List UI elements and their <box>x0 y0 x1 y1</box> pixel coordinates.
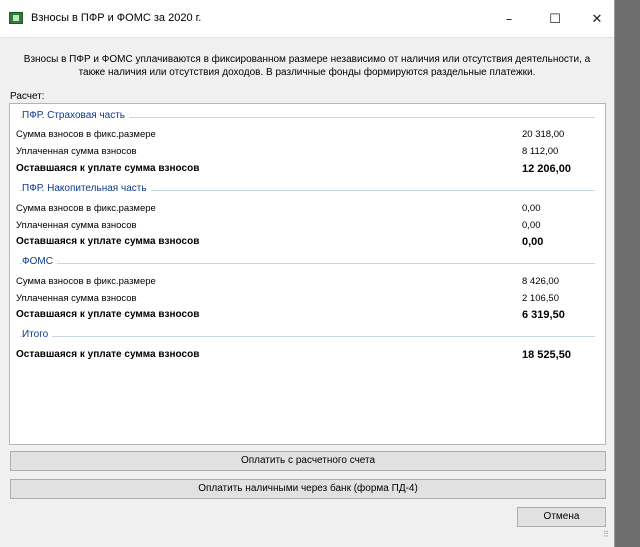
minimize-button[interactable]: – <box>486 7 532 33</box>
pfr-funded-paid-value: 0,00 <box>522 220 541 231</box>
group-title-total: Итого <box>22 329 53 340</box>
pfr-funded-fixed-label: Сумма взносов в фикс.размере <box>16 203 156 214</box>
window-title: Взносы в ПФР и ФОМС за 2020 г. <box>31 12 202 24</box>
cancel-button[interactable]: Отмена <box>517 507 606 527</box>
group-title-pfr-insurance: ПФР. Страховая часть <box>22 110 130 121</box>
resize-grip-icon[interactable]: ⠿ <box>603 530 609 539</box>
maximize-button[interactable]: ☐ <box>532 7 578 33</box>
total-remaining-label: Оставшаяся к уплате сумма взносов <box>16 349 200 360</box>
foms-paid-value: 2 106,50 <box>522 293 559 304</box>
pfr-insurance-remaining-value: 12 206,00 <box>522 163 571 175</box>
foms-remaining-value: 6 319,50 <box>522 309 565 321</box>
group-title-pfr-funded: ПФР. Накопительная часть <box>22 183 151 194</box>
description-line-1: Взносы в ПФР и ФОМС уплачиваются в фикси… <box>23 54 591 65</box>
pfr-insurance-fixed-label: Сумма взносов в фикс.размере <box>16 129 156 140</box>
total-remaining-value: 18 525,50 <box>522 349 571 361</box>
description-text: Взносы в ПФР и ФОМС уплачиваются в фикси… <box>8 53 606 79</box>
foms-fixed-label: Сумма взносов в фикс.размере <box>16 276 156 287</box>
app-icon <box>9 12 23 24</box>
pfr-insurance-paid-value: 8 112,00 <box>522 146 559 157</box>
pfr-insurance-fixed-value: 20 318,00 <box>522 129 565 140</box>
foms-paid-label: Уплаченная сумма взносов <box>16 293 137 304</box>
title-bar[interactable]: Взносы в ПФР и ФОМС за 2020 г. – ☐ ✕ <box>0 0 614 38</box>
close-button[interactable]: ✕ <box>574 7 620 33</box>
pfr-funded-remaining-value: 0,00 <box>522 236 544 248</box>
pfr-funded-fixed-value: 0,00 <box>522 203 541 214</box>
dialog-window: Взносы в ПФР и ФОМС за 2020 г. – ☐ ✕ Взн… <box>0 0 615 547</box>
group-divider <box>20 336 595 337</box>
pfr-insurance-paid-label: Уплаченная сумма взносов <box>16 146 137 157</box>
pfr-funded-remaining-label: Оставшаяся к уплате сумма взносов <box>16 236 200 247</box>
pay-cash-button[interactable]: Оплатить наличными через банк (форма ПД-… <box>10 479 606 499</box>
group-divider <box>20 263 595 264</box>
description-line-2: также наличия или отсутствия доходов. В … <box>78 67 536 78</box>
calc-label: Расчет: <box>10 91 45 102</box>
calculation-panel: ПФР. Страховая часть Сумма взносов в фик… <box>9 103 606 445</box>
foms-remaining-label: Оставшаяся к уплате сумма взносов <box>16 309 200 320</box>
foms-fixed-value: 8 426,00 <box>522 276 559 287</box>
pfr-funded-paid-label: Уплаченная сумма взносов <box>16 220 137 231</box>
pfr-insurance-remaining-label: Оставшаяся к уплате сумма взносов <box>16 163 200 174</box>
group-title-foms: ФОМС <box>22 256 57 267</box>
pay-account-button[interactable]: Оплатить с расчетного счета <box>10 451 606 471</box>
